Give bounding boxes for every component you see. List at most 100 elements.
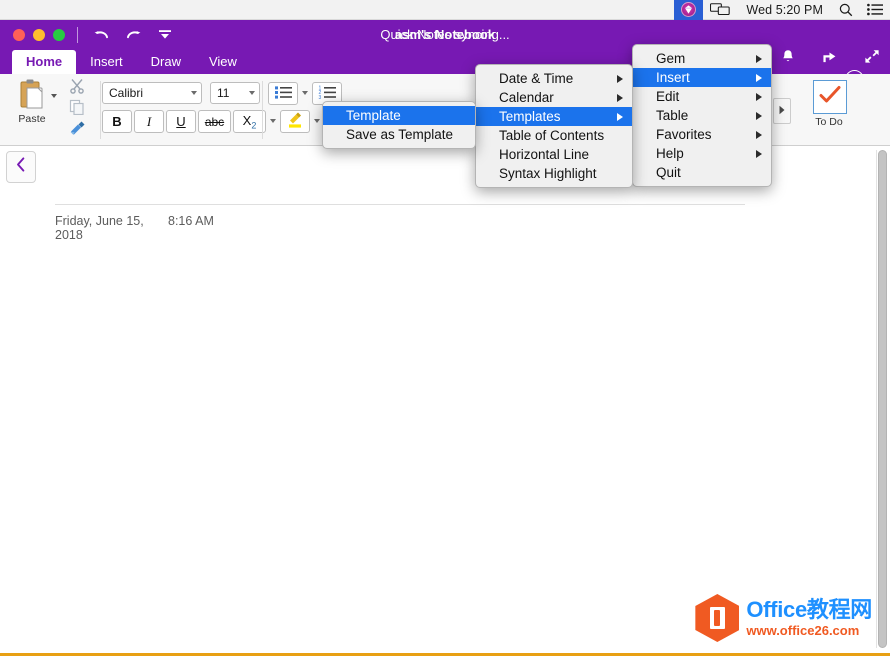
submenu-arrow-icon bbox=[756, 55, 762, 63]
subscript-dropdown-arrow-icon[interactable] bbox=[270, 119, 276, 123]
menu-item-quit[interactable]: Quit bbox=[633, 163, 771, 182]
font-size-input[interactable]: 11 bbox=[210, 82, 260, 104]
menu-item-label: Quit bbox=[656, 165, 681, 180]
close-button[interactable] bbox=[13, 29, 25, 41]
format-painter-icon bbox=[69, 120, 86, 141]
strikethrough-button[interactable]: abc bbox=[198, 110, 231, 133]
underline-button[interactable]: U bbox=[166, 110, 196, 133]
menu-item-date-time[interactable]: Date & Time bbox=[476, 69, 632, 88]
menu-item-label: Insert bbox=[656, 70, 690, 85]
menu-item-label: Calendar bbox=[499, 90, 554, 105]
chevron-down-icon[interactable] bbox=[249, 91, 255, 95]
collapse-ribbon-button[interactable] bbox=[773, 98, 791, 124]
menu-item-label: Syntax Highlight bbox=[499, 166, 597, 181]
customize-toolbar-button[interactable] bbox=[154, 25, 176, 45]
display-icon bbox=[710, 3, 730, 16]
window-title-primary: asm's Notebook bbox=[395, 27, 495, 42]
copy-icon bbox=[69, 99, 85, 120]
zoom-button[interactable] bbox=[53, 29, 65, 41]
chevron-down-icon[interactable] bbox=[191, 91, 197, 95]
ribbon-separator-2 bbox=[262, 81, 263, 139]
back-chevron-icon bbox=[16, 157, 26, 177]
note-time: 8:16 AM bbox=[168, 214, 214, 228]
menu-item-calendar[interactable]: Calendar bbox=[476, 88, 632, 107]
bell-icon[interactable] bbox=[778, 46, 798, 66]
menu-item-edit[interactable]: Edit bbox=[633, 87, 771, 106]
note-title-rule bbox=[55, 204, 745, 205]
text-highlight-button[interactable] bbox=[280, 110, 310, 133]
bulleted-list-icon bbox=[274, 85, 293, 103]
menu-item-label: Edit bbox=[656, 89, 679, 104]
menu-item-save-as-template[interactable]: Save as Template bbox=[323, 125, 475, 144]
menu-item-templates[interactable]: Templates bbox=[476, 107, 632, 126]
gem-menu: Gem Insert Edit Table Favorites Help bbox=[632, 44, 772, 187]
menu-item-label: Gem bbox=[656, 51, 685, 66]
bold-button[interactable]: B bbox=[102, 110, 132, 133]
menu-item-label: Save as Template bbox=[346, 127, 453, 142]
numbered-list-icon: 1 2 3 bbox=[318, 85, 337, 103]
menu-item-label: Table of Contents bbox=[499, 128, 604, 143]
menu-item-gem[interactable]: Gem bbox=[633, 49, 771, 68]
redo-button[interactable] bbox=[122, 25, 144, 45]
menu-item-table-of-contents[interactable]: Table of Contents bbox=[476, 126, 632, 145]
insert-submenu: Date & Time Calendar Templates Table of … bbox=[475, 64, 633, 188]
menu-item-help[interactable]: Help bbox=[633, 144, 771, 163]
highlight-dropdown-arrow-icon[interactable] bbox=[314, 119, 320, 123]
menu-item-horizontal-line[interactable]: Horizontal Line bbox=[476, 145, 632, 164]
display-menubar-item[interactable] bbox=[703, 0, 737, 20]
menu-item-table[interactable]: Table bbox=[633, 106, 771, 125]
font-name-input[interactable]: Calibri bbox=[102, 82, 202, 104]
menu-item-label: Help bbox=[656, 146, 684, 161]
todo-button[interactable] bbox=[813, 80, 847, 114]
paste-button[interactable]: Paste bbox=[10, 78, 54, 125]
scrollbar-thumb[interactable] bbox=[878, 150, 887, 648]
tab-draw[interactable]: Draw bbox=[137, 50, 195, 74]
scissors-icon bbox=[69, 78, 85, 99]
onenote-window: asm's Notebook Quick Notes syncing... bbox=[0, 20, 890, 656]
notification-center-button[interactable] bbox=[860, 0, 890, 20]
menu-item-syntax-highlight[interactable]: Syntax Highlight bbox=[476, 164, 632, 183]
window-controls bbox=[13, 29, 65, 41]
scrollbar-track bbox=[876, 150, 877, 648]
ribbon-separator-1 bbox=[100, 81, 101, 139]
cut-button[interactable] bbox=[62, 78, 92, 99]
checkmark-icon bbox=[819, 85, 841, 110]
bulleted-list-button[interactable] bbox=[268, 82, 298, 105]
copy-button[interactable] bbox=[62, 99, 92, 120]
expand-icon[interactable] bbox=[862, 46, 882, 66]
tab-home[interactable]: Home bbox=[12, 50, 76, 74]
undo-button[interactable] bbox=[90, 25, 112, 45]
gem-icon bbox=[681, 2, 696, 17]
font-size-value: 11 bbox=[217, 86, 229, 100]
subscript-label: X2 bbox=[243, 113, 257, 131]
share-icon[interactable] bbox=[820, 46, 840, 66]
back-button[interactable] bbox=[6, 151, 36, 183]
macos-menu-bar: Wed 5:20 PM bbox=[0, 0, 890, 20]
menu-item-label: Horizontal Line bbox=[499, 147, 589, 162]
search-icon bbox=[839, 3, 853, 17]
app-root: Wed 5:20 PM bbox=[0, 0, 890, 656]
toolbar-divider bbox=[77, 27, 78, 43]
bullets-dropdown-arrow-icon[interactable] bbox=[302, 91, 308, 95]
window-title-secondary: Quick Notes syncing... bbox=[380, 27, 509, 42]
tab-insert[interactable]: Insert bbox=[76, 50, 137, 74]
note-header: Friday, June 15, 2018 8:16 AM bbox=[55, 214, 855, 242]
submenu-arrow-icon bbox=[756, 93, 762, 101]
menubar-clock[interactable]: Wed 5:20 PM bbox=[737, 0, 832, 20]
spotlight-search-button[interactable] bbox=[832, 0, 860, 20]
format-painter-button[interactable] bbox=[62, 120, 92, 141]
note-page: Friday, June 15, 2018 8:16 AM Office教程网 … bbox=[0, 146, 890, 656]
submenu-arrow-icon bbox=[756, 131, 762, 139]
menu-item-insert[interactable]: Insert bbox=[633, 68, 771, 87]
menu-item-template[interactable]: Template bbox=[323, 106, 475, 125]
paste-icon bbox=[17, 78, 47, 112]
italic-button[interactable]: I bbox=[134, 110, 164, 133]
menu-item-favorites[interactable]: Favorites bbox=[633, 125, 771, 144]
paste-dropdown-arrow-icon[interactable] bbox=[51, 94, 57, 98]
minimize-button[interactable] bbox=[33, 29, 45, 41]
vertical-scrollbar[interactable] bbox=[877, 150, 888, 648]
templates-submenu: Template Save as Template bbox=[322, 101, 476, 149]
menu-item-label: Templates bbox=[499, 109, 561, 124]
tab-view[interactable]: View bbox=[195, 50, 251, 74]
gem-menubar-item[interactable] bbox=[674, 0, 703, 20]
